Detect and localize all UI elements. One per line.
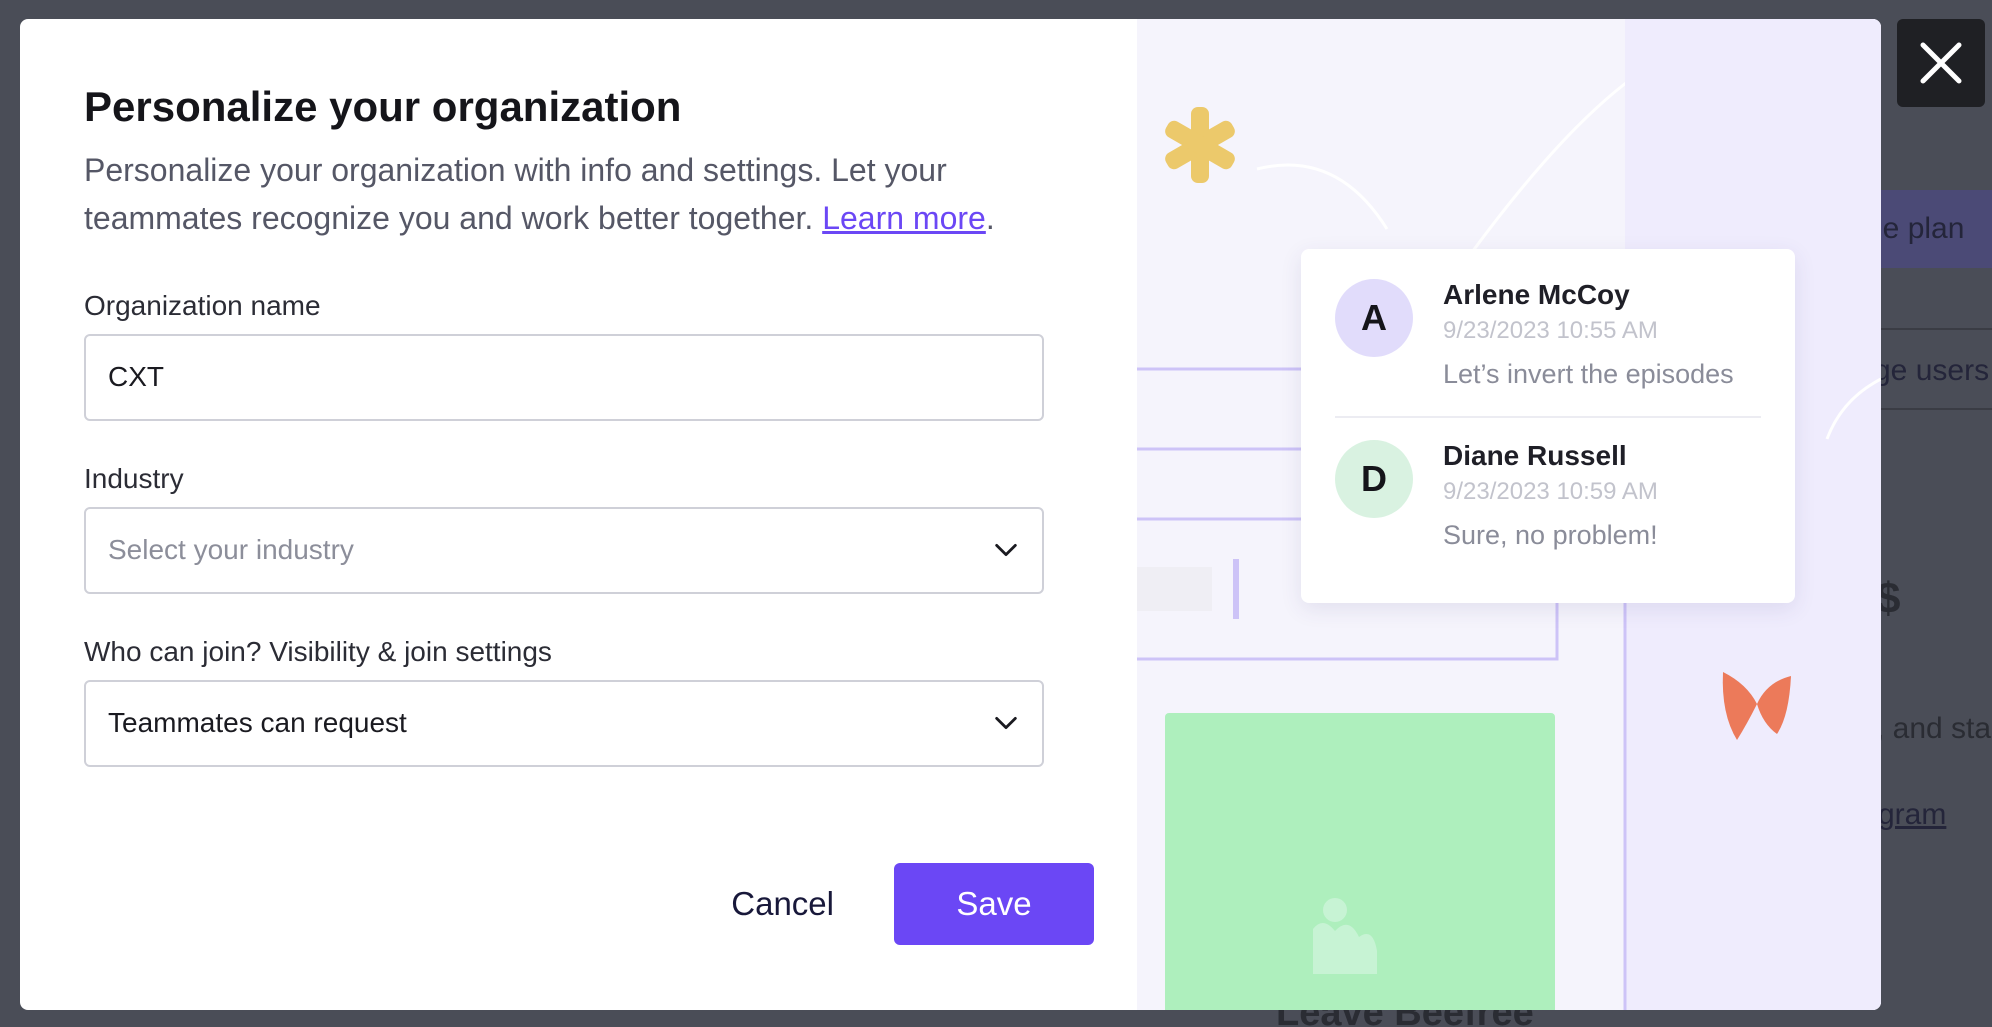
industry-select[interactable]: Select your industry	[84, 506, 1044, 594]
comment-text: Let’s invert the episodes	[1443, 359, 1734, 389]
avatar: D	[1335, 440, 1413, 518]
chevron-down-icon	[995, 716, 1017, 730]
close-button[interactable]	[1897, 19, 1985, 107]
comment-timestamp: 9/23/2023 10:55 AM	[1443, 317, 1658, 344]
visibility-select[interactable]: Teammates can request	[84, 679, 1044, 767]
org-name-value: CXT	[108, 361, 164, 392]
comment-item: A Arlene McCoy 9/23/2023 10:55 AM Let’s …	[1335, 279, 1761, 390]
close-icon	[1920, 42, 1962, 84]
form-panel: Personalize your organization Personaliz…	[20, 19, 1137, 1010]
modal-description: Personalize your organization with info …	[84, 146, 1014, 242]
comment-item: D Diane Russell 9/23/2023 10:59 AM Sure,…	[1335, 416, 1761, 551]
avatar: A	[1335, 279, 1413, 357]
cancel-button[interactable]: Cancel	[731, 885, 834, 923]
industry-placeholder: Select your industry	[108, 534, 354, 565]
chevron-down-icon	[995, 543, 1017, 557]
background-text-fragment: , and sta	[1876, 712, 1992, 745]
industry-label: Industry	[84, 462, 184, 494]
learn-more-link[interactable]: Learn more	[822, 200, 986, 236]
comment-author: Diane Russell	[1443, 440, 1627, 471]
comment-text: Sure, no problem!	[1443, 520, 1658, 550]
save-button[interactable]: Save	[894, 863, 1094, 945]
background-link-fragment: gram	[1878, 798, 1947, 831]
description-period: .	[985, 199, 995, 236]
comment-card: A Arlene McCoy 9/23/2023 10:55 AM Let’s …	[1301, 249, 1795, 603]
modal-actions: Cancel Save	[84, 863, 1094, 945]
org-name-input[interactable]: CXT	[84, 333, 1044, 421]
illustration-panel: A Arlene McCoy 9/23/2023 10:55 AM Let’s …	[1137, 19, 1881, 1010]
description-text: Personalize your organization with info …	[84, 151, 947, 236]
asterisk-icon	[1165, 107, 1235, 183]
visibility-label: Who can join? Visibility & join settings	[84, 635, 552, 667]
org-name-label: Organization name	[84, 289, 321, 321]
modal-title: Personalize your organization	[84, 83, 682, 130]
background-manage-users-text: ge users	[1874, 354, 1990, 387]
comment-body: Diane Russell 9/23/2023 10:59 AM Sure, n…	[1443, 440, 1658, 551]
comment-body: Arlene McCoy 9/23/2023 10:55 AM Let’s in…	[1443, 279, 1734, 390]
visibility-value: Teammates can request	[108, 707, 407, 738]
personalize-modal: Personalize your organization Personaliz…	[20, 19, 1881, 1010]
comment-author: Arlene McCoy	[1443, 279, 1630, 310]
comment-timestamp: 9/23/2023 10:59 AM	[1443, 478, 1658, 505]
